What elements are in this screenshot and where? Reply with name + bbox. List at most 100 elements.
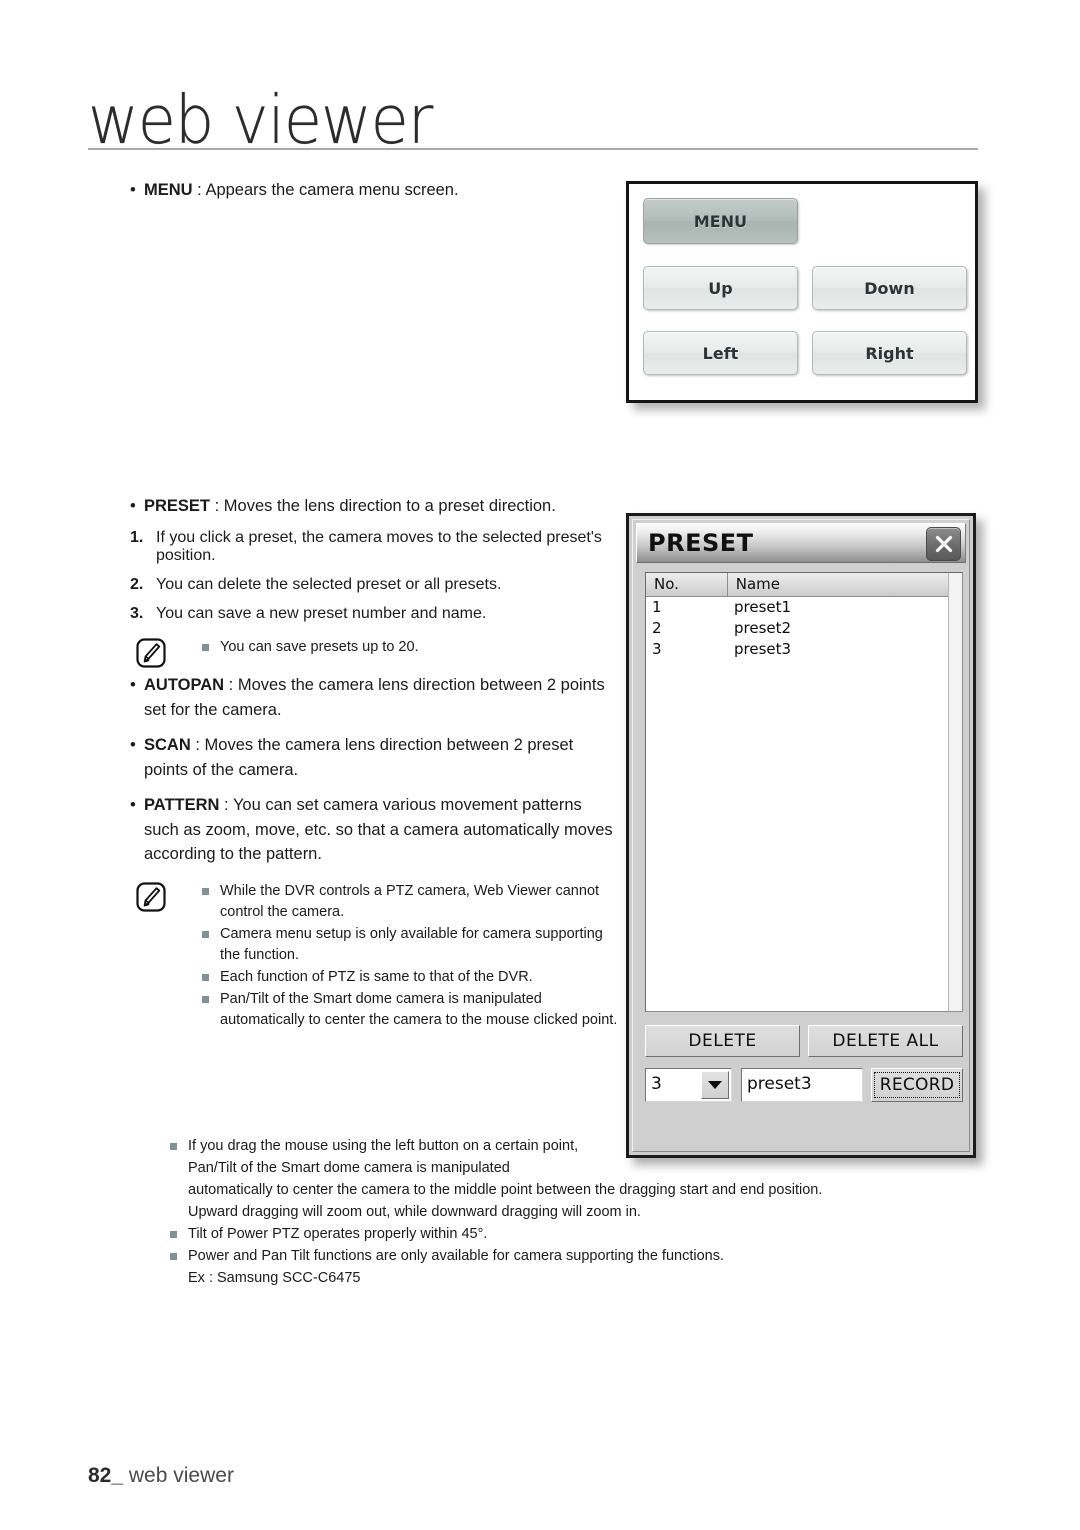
note-item: Pan/Tilt of the Smart dome camera is man… [202, 989, 620, 1031]
row-no: 1 [652, 598, 662, 616]
preset-text: Moves the lens direction to a preset dir… [223, 496, 556, 515]
preset-dialog: PRESET No. Name 1 preset1 2 preset2 3 pr… [626, 513, 976, 1158]
menu-button[interactable]: MENU [643, 198, 798, 244]
row-no: 2 [652, 619, 662, 637]
table-row[interactable]: 2 preset2 [646, 618, 962, 639]
note-square-bullet-icon [170, 1253, 177, 1260]
header-divider [88, 148, 978, 150]
page-footer: 82_ web viewer [88, 1464, 234, 1488]
row-no: 3 [652, 640, 662, 658]
menu-text: Appears the camera menu screen. [205, 181, 459, 199]
note-item-text: Upward dragging will zoom out, while dow… [188, 1204, 641, 1220]
preset-name-input[interactable]: preset3 [741, 1068, 863, 1102]
preset-separator: : [210, 496, 224, 515]
menu-separator: : [192, 181, 206, 199]
preset-step-3: 3. You can save a new preset number and n… [130, 605, 620, 623]
menu-term: MENU [144, 181, 193, 199]
preset-list[interactable]: No. Name 1 preset1 2 preset2 3 preset3 [645, 572, 963, 1012]
left-content-column: • MENU : Appears the camera menu screen. … [130, 178, 620, 1032]
note-item-text: While the DVR controls a PTZ camera, Web… [220, 882, 600, 920]
delete-all-button[interactable]: DELETE ALL [808, 1025, 963, 1057]
bullet-dot-icon: • [130, 676, 136, 694]
note-item: You can save presets up to 20. [202, 637, 620, 658]
step-text: If you click a preset, the camera moves … [156, 529, 602, 564]
preset-step-2: 2. You can delete the selected preset or … [130, 576, 620, 594]
bullet-dot-icon: • [130, 736, 136, 754]
bullet-dot-icon: • [130, 496, 136, 515]
footer-page-number: 82_ [88, 1464, 124, 1487]
note-item: Power and Pan Tilt functions are only av… [130, 1246, 930, 1267]
pattern-separator: : [219, 796, 233, 814]
note-square-bullet-icon [170, 1231, 177, 1238]
preset-table-header: No. Name [646, 573, 962, 597]
spacer-menu-figure [130, 214, 620, 494]
page-title: web viewer [88, 80, 434, 160]
step-text: You can delete the selected preset or al… [156, 576, 502, 593]
autopan-term: AUTOPAN [144, 676, 225, 694]
row-name: preset2 [734, 619, 792, 637]
note-item-text: Camera menu setup is only available for … [220, 925, 603, 963]
scan-separator: : [190, 736, 205, 754]
note-item-text: Each function of PTZ is same to that of … [220, 968, 533, 985]
note-square-bullet-icon [202, 887, 209, 895]
bullet-dot-icon: • [130, 796, 136, 814]
page-header: web viewer [88, 85, 978, 158]
preset-titlebar: PRESET [636, 523, 966, 563]
preset-number-value: 3 [651, 1074, 662, 1094]
autopan-description: • AUTOPAN : Moves the camera lens directi… [130, 673, 620, 722]
menu-description: • MENU : Appears the camera menu screen. [130, 178, 620, 203]
note-item-text: If you drag the mouse using the left but… [188, 1138, 579, 1154]
note-item-continuation: automatically to center the camera to th… [130, 1180, 930, 1201]
step-number: 2. [130, 576, 144, 593]
preset-step-1: 1. If you click a preset, the camera move… [130, 529, 620, 565]
pattern-description: • PATTERN : You can set camera various mo… [130, 793, 620, 867]
note-block-presets: You can save presets up to 20. [130, 637, 620, 668]
preset-description: • PRESET : Moves the lens direction to a … [130, 494, 620, 519]
record-button[interactable]: RECORD [871, 1068, 963, 1102]
down-button[interactable]: Down [812, 266, 967, 310]
note-item-continuation: Pan/Tilt of the Smart dome camera is man… [130, 1158, 930, 1179]
table-row[interactable]: 3 preset3 [646, 639, 962, 660]
note-item: Tilt of Power PTZ operates properly with… [130, 1224, 930, 1245]
scan-text: Moves the camera lens direction between … [144, 736, 574, 779]
note-square-bullet-icon [202, 973, 209, 981]
column-header-name: Name [727, 573, 950, 596]
note-block-ptz-wide: If you drag the mouse using the left but… [130, 1136, 930, 1290]
delete-button[interactable]: DELETE [645, 1025, 800, 1057]
note-pencil-icon [136, 881, 166, 912]
scan-description: • SCAN : Moves the camera lens direction … [130, 733, 620, 782]
note-item-text: Power and Pan Tilt functions are only av… [188, 1248, 724, 1264]
note-item: Camera menu setup is only available for … [202, 924, 620, 966]
step-number: 1. [130, 529, 144, 546]
note-item-text: automatically to center the camera to th… [188, 1182, 823, 1198]
note-square-bullet-icon [202, 995, 209, 1003]
up-button[interactable]: Up [643, 266, 798, 310]
close-x-icon[interactable] [926, 527, 961, 561]
row-name: preset3 [734, 640, 792, 658]
pattern-term: PATTERN [144, 796, 220, 814]
bullet-dot-icon: • [130, 181, 136, 199]
record-button-label: RECORD [874, 1072, 960, 1098]
note-square-bullet-icon [170, 1143, 177, 1150]
left-button[interactable]: Left [643, 331, 798, 375]
note-item-text: Pan/Tilt of the Smart dome camera is man… [188, 1160, 510, 1176]
row-name: preset1 [734, 598, 792, 616]
step-number: 3. [130, 605, 144, 622]
preset-number-dropdown[interactable]: 3 [645, 1068, 732, 1102]
right-button[interactable]: Right [812, 331, 967, 375]
note-item: Each function of PTZ is same to that of … [202, 967, 620, 988]
note-item: While the DVR controls a PTZ camera, Web… [202, 881, 620, 923]
scan-term: SCAN [144, 736, 191, 754]
chevron-down-icon[interactable] [701, 1071, 729, 1099]
note-item-text: You can save presets up to 20. [220, 639, 419, 655]
preset-dialog-title: PRESET [648, 529, 754, 557]
note-pencil-icon [136, 638, 166, 668]
list-scrollbar[interactable] [948, 573, 962, 1011]
note-item-text: Ex : Samsung SCC-C6475 [188, 1270, 361, 1286]
table-row[interactable]: 1 preset1 [646, 597, 962, 618]
note-item-continuation: Upward dragging will zoom out, while dow… [130, 1202, 930, 1223]
preset-term: PRESET [144, 496, 211, 515]
footer-section-label: web viewer [128, 1464, 234, 1487]
ptz-menu-panel: MENU Up Down Left Right [626, 181, 978, 403]
note-item-text: Tilt of Power PTZ operates properly with… [188, 1226, 488, 1242]
